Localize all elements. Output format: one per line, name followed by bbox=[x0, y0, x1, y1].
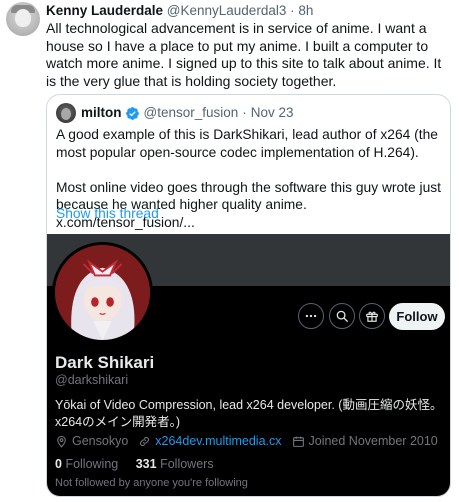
avatar[interactable] bbox=[6, 2, 40, 36]
profile-location: Gensokyo bbox=[55, 434, 128, 448]
quote-author-name[interactable]: milton bbox=[81, 103, 122, 123]
quote-text: A good example of this is DarkShikari, l… bbox=[56, 126, 446, 249]
followers-label: Followers bbox=[160, 457, 214, 471]
quote-paragraph-1: A good example of this is DarkShikari, l… bbox=[56, 127, 438, 160]
search-icon bbox=[336, 310, 348, 322]
gift-button[interactable] bbox=[359, 303, 385, 329]
quote-paragraph-2: Most online video goes through the softw… bbox=[56, 179, 446, 232]
more-icon bbox=[305, 314, 317, 318]
following-count-link[interactable]: 0 Following bbox=[55, 457, 118, 471]
profile-meta: Gensokyo x264dev.multimedia.cx Joined No… bbox=[55, 434, 448, 448]
tweet-header: Kenny Lauderdale @KennyLauderdal3 · 8h bbox=[46, 2, 313, 20]
search-button[interactable] bbox=[329, 303, 355, 329]
gift-icon bbox=[366, 311, 378, 322]
avatar-face bbox=[15, 9, 31, 27]
author-handle[interactable]: @KennyLauderdal3 bbox=[167, 3, 287, 18]
profile-location-text: Gensokyo bbox=[72, 434, 129, 448]
follow-button[interactable]: Follow bbox=[389, 303, 445, 330]
link-icon bbox=[140, 436, 150, 446]
profile-bio: Yōkai of Video Compression, lead x264 de… bbox=[55, 398, 443, 429]
more-button[interactable] bbox=[298, 303, 324, 329]
quote-timestamp[interactable]: Nov 23 bbox=[251, 103, 294, 123]
followers-count-link[interactable]: 331 Followers bbox=[136, 457, 214, 471]
verified-icon bbox=[125, 106, 140, 121]
not-followed-note: Not followed by anyone you're following bbox=[55, 477, 248, 489]
followers-count: 331 bbox=[135, 457, 157, 471]
profile-website[interactable]: x264dev.multimedia.cx bbox=[138, 434, 282, 448]
profile-joined-text: Joined November 2010 bbox=[308, 434, 438, 448]
profile-handle[interactable]: @darkshikari bbox=[55, 373, 128, 387]
quote-header: milton @tensor_fusion · Nov 23 bbox=[81, 103, 294, 123]
show-thread-link[interactable]: Show this thread bbox=[56, 206, 159, 221]
tweet-text: All technological advancement is in serv… bbox=[46, 20, 442, 89]
calendar-icon bbox=[292, 436, 304, 447]
quote-separator-dot: · bbox=[242, 105, 247, 120]
profile-avatar[interactable] bbox=[52, 242, 153, 343]
author-name[interactable]: Kenny Lauderdale bbox=[46, 3, 163, 18]
quoted-tweet[interactable]: milton @tensor_fusion · Nov 23 A good ex… bbox=[46, 94, 451, 497]
quote-avatar[interactable] bbox=[56, 103, 76, 123]
quote-author-handle[interactable]: @tensor_fusion bbox=[144, 103, 239, 123]
tweet[interactable]: Kenny Lauderdale @KennyLauderdal3 · 8h A… bbox=[0, 0, 459, 502]
profile-name[interactable]: Dark Shikari bbox=[55, 353, 154, 373]
profile-website-text[interactable]: x264dev.multimedia.cx bbox=[155, 434, 281, 448]
profile-card[interactable]: Follow Dark Shikari @darkshikari Yōkai o… bbox=[47, 234, 450, 496]
location-icon bbox=[57, 435, 66, 448]
timestamp[interactable]: 8h bbox=[298, 3, 313, 18]
profile-follow-counts: 0 Following 331 Followers bbox=[55, 457, 228, 471]
profile-avatar-image bbox=[55, 245, 150, 340]
profile-joined: Joined November 2010 bbox=[292, 434, 438, 448]
following-label: Following bbox=[65, 457, 119, 471]
separator-dot: · bbox=[290, 3, 295, 18]
following-count: 0 bbox=[55, 457, 62, 471]
